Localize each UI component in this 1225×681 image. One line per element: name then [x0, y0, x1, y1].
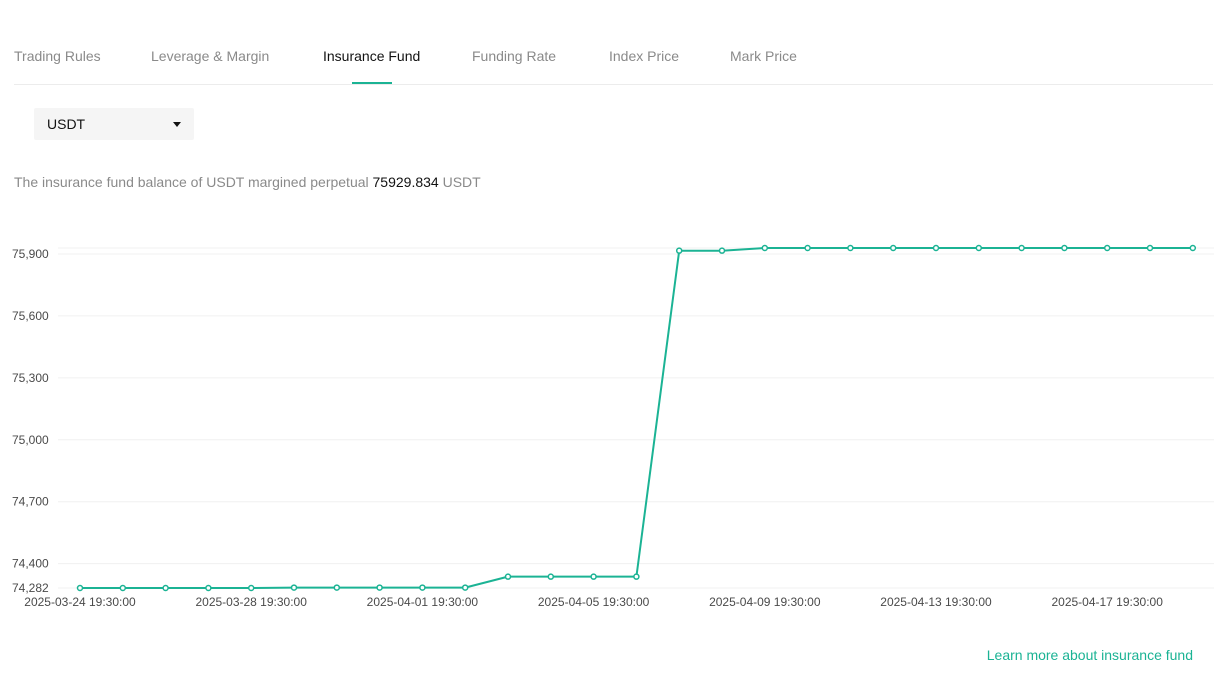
- balance-prefix: The insurance fund balance of USDT margi…: [14, 174, 369, 190]
- tab-leverage-margin[interactable]: Leverage & Margin: [151, 48, 269, 64]
- data-point: [889, 244, 897, 252]
- x-tick-label: 2025-04-01 19:30:00: [367, 595, 479, 609]
- data-point: [718, 247, 726, 254]
- currency-select-value: USDT: [47, 116, 86, 132]
- data-point: [1146, 244, 1154, 252]
- data-point: [162, 584, 169, 592]
- insurance-fund-chart: 74,282 74,400 74,700 75,000 75,300 75,600 75,9…: [12, 244, 1214, 609]
- data-point: [1018, 244, 1025, 252]
- y-tick-label: 75,900: [12, 247, 49, 261]
- data-point: [376, 584, 383, 591]
- series-line: [80, 247, 1193, 589]
- y-tick-label: 75,300: [12, 371, 49, 385]
- tab-funding-rate[interactable]: Funding Rate: [472, 48, 556, 64]
- data-point: [76, 584, 84, 592]
- data-point: [205, 584, 212, 592]
- data-point: [504, 573, 512, 580]
- data-point: [1103, 244, 1111, 252]
- data-point: [1061, 244, 1068, 252]
- x-tick-label: 2025-04-17 19:30:00: [1051, 595, 1163, 609]
- x-tick-label: 2025-03-24 19:30:00: [24, 595, 136, 609]
- x-tick-label: 2025-04-13 19:30:00: [880, 595, 992, 609]
- data-point: [290, 584, 298, 591]
- y-tick-label: 74,400: [12, 557, 49, 571]
- data-point: [1189, 244, 1197, 252]
- tab-bar: Trading Rules Leverage & Margin Insuranc…: [14, 40, 1213, 85]
- balance-text: The insurance fund balance of USDT margi…: [14, 174, 481, 190]
- x-tick-label: 2025-04-09 19:30:00: [709, 595, 821, 609]
- data-point: [461, 584, 469, 591]
- data-point: [804, 244, 811, 252]
- data-point: [761, 244, 769, 252]
- currency-select[interactable]: USDT: [34, 108, 194, 140]
- active-tab-indicator: [352, 82, 392, 84]
- data-point: [547, 573, 555, 580]
- balance-unit: USDT: [442, 174, 481, 190]
- balance-amount: 75929.834: [372, 174, 439, 190]
- data-point: [247, 584, 255, 592]
- tab-mark-price[interactable]: Mark Price: [730, 48, 797, 64]
- y-tick-label: 74,700: [12, 495, 49, 509]
- caret-down-icon: [173, 122, 181, 127]
- tab-insurance-fund[interactable]: Insurance Fund: [323, 48, 420, 64]
- y-tick-label: 75,600: [12, 309, 49, 323]
- data-point: [675, 247, 683, 254]
- y-tick-label: 75,000: [12, 433, 49, 447]
- data-point: [119, 584, 127, 592]
- x-tick-label: 2025-04-05 19:30:00: [538, 595, 650, 609]
- data-point: [847, 244, 854, 252]
- y-tick-label: 74,282: [12, 581, 49, 595]
- data-point: [590, 573, 597, 580]
- data-point: [932, 244, 940, 252]
- data-point: [975, 244, 983, 252]
- tab-trading-rules[interactable]: Trading Rules: [14, 48, 101, 64]
- data-point: [333, 584, 341, 591]
- data-point: [633, 573, 640, 580]
- tab-index-price[interactable]: Index Price: [609, 48, 679, 64]
- learn-more-link[interactable]: Learn more about insurance fund: [987, 647, 1193, 663]
- x-tick-label: 2025-03-28 19:30:00: [195, 595, 307, 609]
- data-point: [419, 584, 426, 591]
